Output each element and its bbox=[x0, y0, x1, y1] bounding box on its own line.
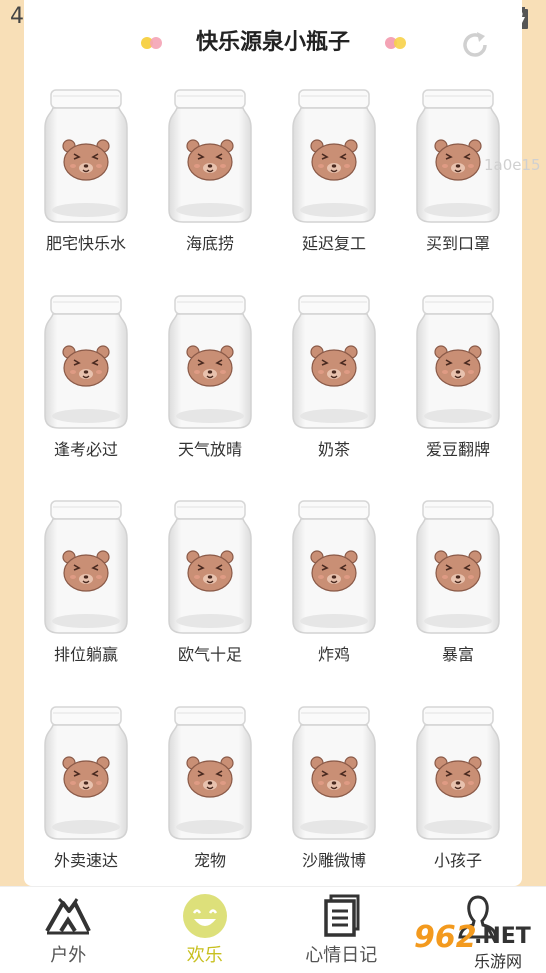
jar-label: 沙雕微博 bbox=[302, 847, 366, 867]
jar-icon bbox=[291, 88, 377, 224]
jar-item[interactable]: 外卖速达 bbox=[24, 705, 148, 911]
jar-item[interactable]: 沙雕微博 bbox=[272, 705, 396, 911]
site-watermark-logo: 962 .NET 乐游网 bbox=[404, 918, 546, 972]
jar-icon bbox=[43, 294, 129, 430]
jar-icon bbox=[291, 499, 377, 635]
tab-label: 欢乐 bbox=[187, 941, 223, 967]
jar-item[interactable]: 排位躺赢 bbox=[24, 499, 148, 705]
jar-icon bbox=[167, 88, 253, 224]
tent-icon bbox=[45, 893, 91, 939]
jar-item[interactable]: 肥宅快乐水 bbox=[24, 88, 148, 294]
tab-mood-diary[interactable]: 心情日记 bbox=[273, 887, 410, 973]
jar-icon bbox=[43, 705, 129, 841]
jar-item[interactable]: 欧气十足 bbox=[148, 499, 272, 705]
jar-label: 肥宅快乐水 bbox=[46, 230, 126, 250]
tab-label: 心情日记 bbox=[305, 941, 377, 967]
jar-label: 逢考必过 bbox=[54, 436, 118, 456]
jar-label: 海底捞 bbox=[186, 230, 234, 250]
jar-item[interactable]: 爱豆翻牌 bbox=[396, 294, 520, 500]
jar-item[interactable]: 小孩子 bbox=[396, 705, 520, 911]
jar-item[interactable]: 天气放晴 bbox=[148, 294, 272, 500]
refresh-icon[interactable] bbox=[460, 30, 490, 60]
jar-label: 买到口罩 bbox=[426, 230, 490, 250]
jar-icon bbox=[415, 294, 501, 430]
jar-icon bbox=[415, 499, 501, 635]
jar-icon bbox=[167, 705, 253, 841]
jar-icon bbox=[167, 499, 253, 635]
notebook-icon bbox=[318, 893, 364, 939]
jar-item[interactable]: 奶茶 bbox=[272, 294, 396, 500]
jar-item[interactable]: 买到口罩 bbox=[396, 88, 520, 294]
jar-grid: 肥宅快乐水 海底捞 延迟复工 bbox=[24, 88, 522, 910]
logo-suffix: .NET bbox=[474, 924, 531, 949]
jar-icon bbox=[291, 294, 377, 430]
jar-item[interactable]: 宠物 bbox=[148, 705, 272, 911]
tab-label: 户外 bbox=[50, 941, 86, 967]
jar-label: 奶茶 bbox=[318, 436, 350, 456]
jar-icon bbox=[291, 705, 377, 841]
jar-label: 天气放晴 bbox=[178, 436, 242, 456]
dots-decoration-icon bbox=[384, 36, 408, 50]
jar-item[interactable]: 海底捞 bbox=[148, 88, 272, 294]
jar-icon bbox=[43, 499, 129, 635]
jar-label: 排位躺赢 bbox=[54, 641, 118, 661]
jar-label: 爱豆翻牌 bbox=[426, 436, 490, 456]
jar-label: 小孩子 bbox=[434, 847, 482, 867]
jar-item[interactable]: 暴富 bbox=[396, 499, 520, 705]
logo-number: 962 bbox=[414, 920, 477, 955]
jar-label: 暴富 bbox=[442, 641, 474, 661]
jar-label: 外卖速达 bbox=[54, 847, 118, 867]
jar-item[interactable]: 逢考必过 bbox=[24, 294, 148, 500]
jar-icon bbox=[43, 88, 129, 224]
jar-icon bbox=[415, 705, 501, 841]
jar-label: 炸鸡 bbox=[318, 641, 350, 661]
jar-label: 欧气十足 bbox=[178, 641, 242, 661]
jar-label: 宠物 bbox=[194, 847, 226, 867]
jar-label: 延迟复工 bbox=[302, 230, 366, 250]
jar-item[interactable]: 炸鸡 bbox=[272, 499, 396, 705]
tab-outdoor[interactable]: 户外 bbox=[0, 887, 137, 973]
tab-fun[interactable]: 欢乐 bbox=[137, 887, 274, 973]
jar-icon bbox=[167, 294, 253, 430]
jar-item[interactable]: 延迟复工 bbox=[272, 88, 396, 294]
logo-name: 乐游网 bbox=[474, 948, 522, 972]
watermark-code: 1a0e15 bbox=[484, 156, 541, 174]
smiley-icon bbox=[182, 893, 228, 939]
